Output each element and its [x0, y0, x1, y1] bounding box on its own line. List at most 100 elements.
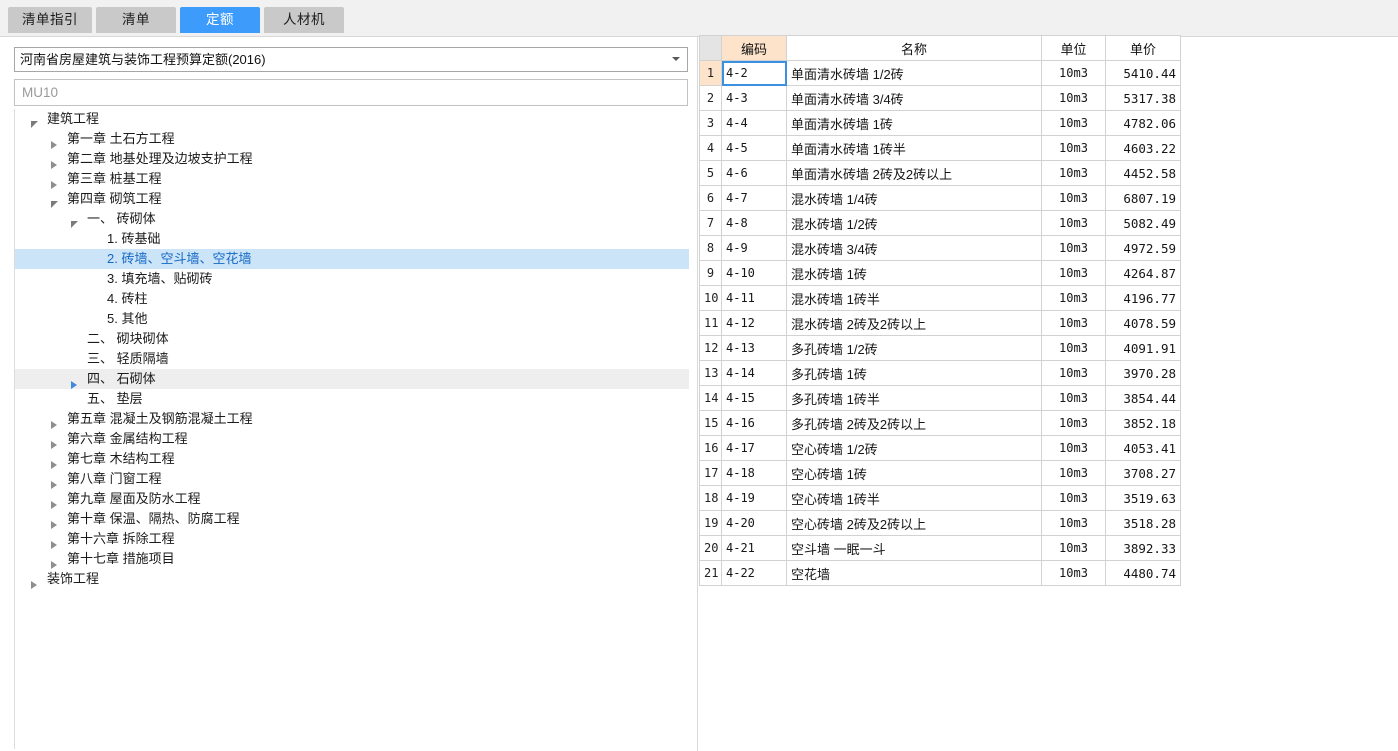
expand-triangle-icon[interactable]	[47, 129, 61, 149]
table-row[interactable]: 19 4-20 空心砖墙 2砖及2砖以上 10m3 3518.28	[699, 510, 1181, 536]
cell-code[interactable]: 4-13	[721, 335, 787, 361]
tree-node[interactable]: 四、 石砌体	[15, 369, 689, 389]
expand-triangle-icon[interactable]	[47, 529, 61, 549]
cell-code[interactable]: 4-19	[721, 485, 787, 511]
cell-unit[interactable]: 10m3	[1041, 310, 1106, 336]
expand-triangle-icon[interactable]	[47, 429, 61, 449]
cell-price[interactable]: 4264.87	[1105, 260, 1181, 286]
cell-index[interactable]: 8	[699, 235, 722, 261]
cell-code[interactable]: 4-18	[721, 460, 787, 486]
cell-index[interactable]: 1	[699, 60, 722, 86]
cell-unit[interactable]: 10m3	[1041, 535, 1106, 561]
cell-price[interactable]: 3708.27	[1105, 460, 1181, 486]
tree-node[interactable]: 第五章 混凝土及钢筋混凝土工程	[15, 409, 689, 429]
cell-index[interactable]: 21	[699, 560, 722, 586]
cell-name[interactable]: 多孔砖墙 1/2砖	[786, 335, 1042, 361]
cell-price[interactable]: 4078.59	[1105, 310, 1181, 336]
cell-price[interactable]: 5082.49	[1105, 210, 1181, 236]
cell-unit[interactable]: 10m3	[1041, 510, 1106, 536]
cell-price[interactable]: 3892.33	[1105, 535, 1181, 561]
cell-name[interactable]: 空心砖墙 2砖及2砖以上	[786, 510, 1042, 536]
cell-name[interactable]: 多孔砖墙 2砖及2砖以上	[786, 410, 1042, 436]
cell-unit[interactable]: 10m3	[1041, 335, 1106, 361]
cell-price[interactable]: 4091.91	[1105, 335, 1181, 361]
cell-index[interactable]: 15	[699, 410, 722, 436]
table-row[interactable]: 17 4-18 空心砖墙 1砖 10m3 3708.27	[699, 460, 1181, 486]
cell-unit[interactable]: 10m3	[1041, 135, 1106, 161]
cell-price[interactable]: 3519.63	[1105, 485, 1181, 511]
table-row[interactable]: 10 4-11 混水砖墙 1砖半 10m3 4196.77	[699, 285, 1181, 311]
tab-3[interactable]: 人材机	[264, 7, 344, 33]
table-row[interactable]: 12 4-13 多孔砖墙 1/2砖 10m3 4091.91	[699, 335, 1181, 361]
cell-name[interactable]: 混水砖墙 1砖	[786, 260, 1042, 286]
collapse-triangle-icon[interactable]	[67, 209, 81, 229]
tree-node[interactable]: 第九章 屋面及防水工程	[15, 489, 689, 509]
cell-price[interactable]: 3852.18	[1105, 410, 1181, 436]
tree-node[interactable]: 4. 砖柱	[15, 289, 689, 309]
column-header-index[interactable]	[699, 35, 722, 61]
cell-code[interactable]: 4-8	[721, 210, 787, 236]
cell-price[interactable]: 4603.22	[1105, 135, 1181, 161]
tree-node[interactable]: 第一章 土石方工程	[15, 129, 689, 149]
cell-code[interactable]: 4-10	[721, 260, 787, 286]
expand-triangle-icon[interactable]	[47, 489, 61, 509]
cell-code[interactable]: 4-2	[721, 60, 787, 86]
cell-name[interactable]: 单面清水砖墙 1/2砖	[786, 60, 1042, 86]
cell-index[interactable]: 10	[699, 285, 722, 311]
cell-name[interactable]: 混水砖墙 1/4砖	[786, 185, 1042, 211]
cell-name[interactable]: 单面清水砖墙 3/4砖	[786, 85, 1042, 111]
cell-price[interactable]: 5410.44	[1105, 60, 1181, 86]
table-row[interactable]: 8 4-9 混水砖墙 3/4砖 10m3 4972.59	[699, 235, 1181, 261]
tree-node[interactable]: 2. 砖墙、空斗墙、空花墙	[15, 249, 689, 269]
cell-name[interactable]: 空心砖墙 1砖半	[786, 485, 1042, 511]
panel-divider[interactable]	[697, 37, 698, 751]
cell-code[interactable]: 4-12	[721, 310, 787, 336]
table-row[interactable]: 2 4-3 单面清水砖墙 3/4砖 10m3 5317.38	[699, 85, 1181, 111]
cell-index[interactable]: 7	[699, 210, 722, 236]
cell-name[interactable]: 多孔砖墙 1砖	[786, 360, 1042, 386]
cell-code[interactable]: 4-9	[721, 235, 787, 261]
cell-unit[interactable]: 10m3	[1041, 560, 1106, 586]
table-row[interactable]: 9 4-10 混水砖墙 1砖 10m3 4264.87	[699, 260, 1181, 286]
cell-unit[interactable]: 10m3	[1041, 410, 1106, 436]
cell-name[interactable]: 单面清水砖墙 1砖半	[786, 135, 1042, 161]
expand-triangle-icon[interactable]	[47, 549, 61, 569]
table-row[interactable]: 11 4-12 混水砖墙 2砖及2砖以上 10m3 4078.59	[699, 310, 1181, 336]
cell-unit[interactable]: 10m3	[1041, 160, 1106, 186]
column-header-price[interactable]: 单价	[1105, 35, 1181, 61]
expand-triangle-icon[interactable]	[47, 149, 61, 169]
cell-price[interactable]: 4053.41	[1105, 435, 1181, 461]
cell-unit[interactable]: 10m3	[1041, 85, 1106, 111]
cell-unit[interactable]: 10m3	[1041, 360, 1106, 386]
cell-unit[interactable]: 10m3	[1041, 385, 1106, 411]
cell-unit[interactable]: 10m3	[1041, 260, 1106, 286]
column-header-code[interactable]: 编码	[721, 35, 787, 61]
tree-node[interactable]: 建筑工程	[15, 109, 689, 129]
cell-name[interactable]: 混水砖墙 3/4砖	[786, 235, 1042, 261]
expand-triangle-icon[interactable]	[47, 449, 61, 469]
cell-index[interactable]: 17	[699, 460, 722, 486]
table-row[interactable]: 3 4-4 单面清水砖墙 1砖 10m3 4782.06	[699, 110, 1181, 136]
table-row[interactable]: 20 4-21 空斗墙 一眠一斗 10m3 3892.33	[699, 535, 1181, 561]
tab-0[interactable]: 清单指引	[8, 7, 92, 33]
cell-name[interactable]: 空心砖墙 1/2砖	[786, 435, 1042, 461]
cell-index[interactable]: 12	[699, 335, 722, 361]
cell-code[interactable]: 4-21	[721, 535, 787, 561]
collapse-triangle-icon[interactable]	[47, 189, 61, 209]
expand-triangle-icon[interactable]	[47, 169, 61, 189]
quota-category-tree[interactable]: 建筑工程 第一章 土石方工程 第二章 地基处理及边坡支护工程 第三章 桩基工程 第四章 …	[14, 109, 689, 749]
cell-price[interactable]: 4480.74	[1105, 560, 1181, 586]
search-input[interactable]	[14, 79, 688, 106]
expand-triangle-icon[interactable]	[47, 469, 61, 489]
cell-code[interactable]: 4-14	[721, 360, 787, 386]
expand-triangle-icon[interactable]	[27, 569, 41, 589]
tree-node[interactable]: 第七章 木结构工程	[15, 449, 689, 469]
expand-triangle-icon[interactable]	[67, 369, 81, 389]
tree-node[interactable]: 第十章 保温、隔热、防腐工程	[15, 509, 689, 529]
table-row[interactable]: 13 4-14 多孔砖墙 1砖 10m3 3970.28	[699, 360, 1181, 386]
cell-price[interactable]: 4196.77	[1105, 285, 1181, 311]
cell-index[interactable]: 20	[699, 535, 722, 561]
table-row[interactable]: 16 4-17 空心砖墙 1/2砖 10m3 4053.41	[699, 435, 1181, 461]
cell-name[interactable]: 混水砖墙 1砖半	[786, 285, 1042, 311]
table-row[interactable]: 1 4-2 单面清水砖墙 1/2砖 10m3 5410.44	[699, 60, 1181, 86]
